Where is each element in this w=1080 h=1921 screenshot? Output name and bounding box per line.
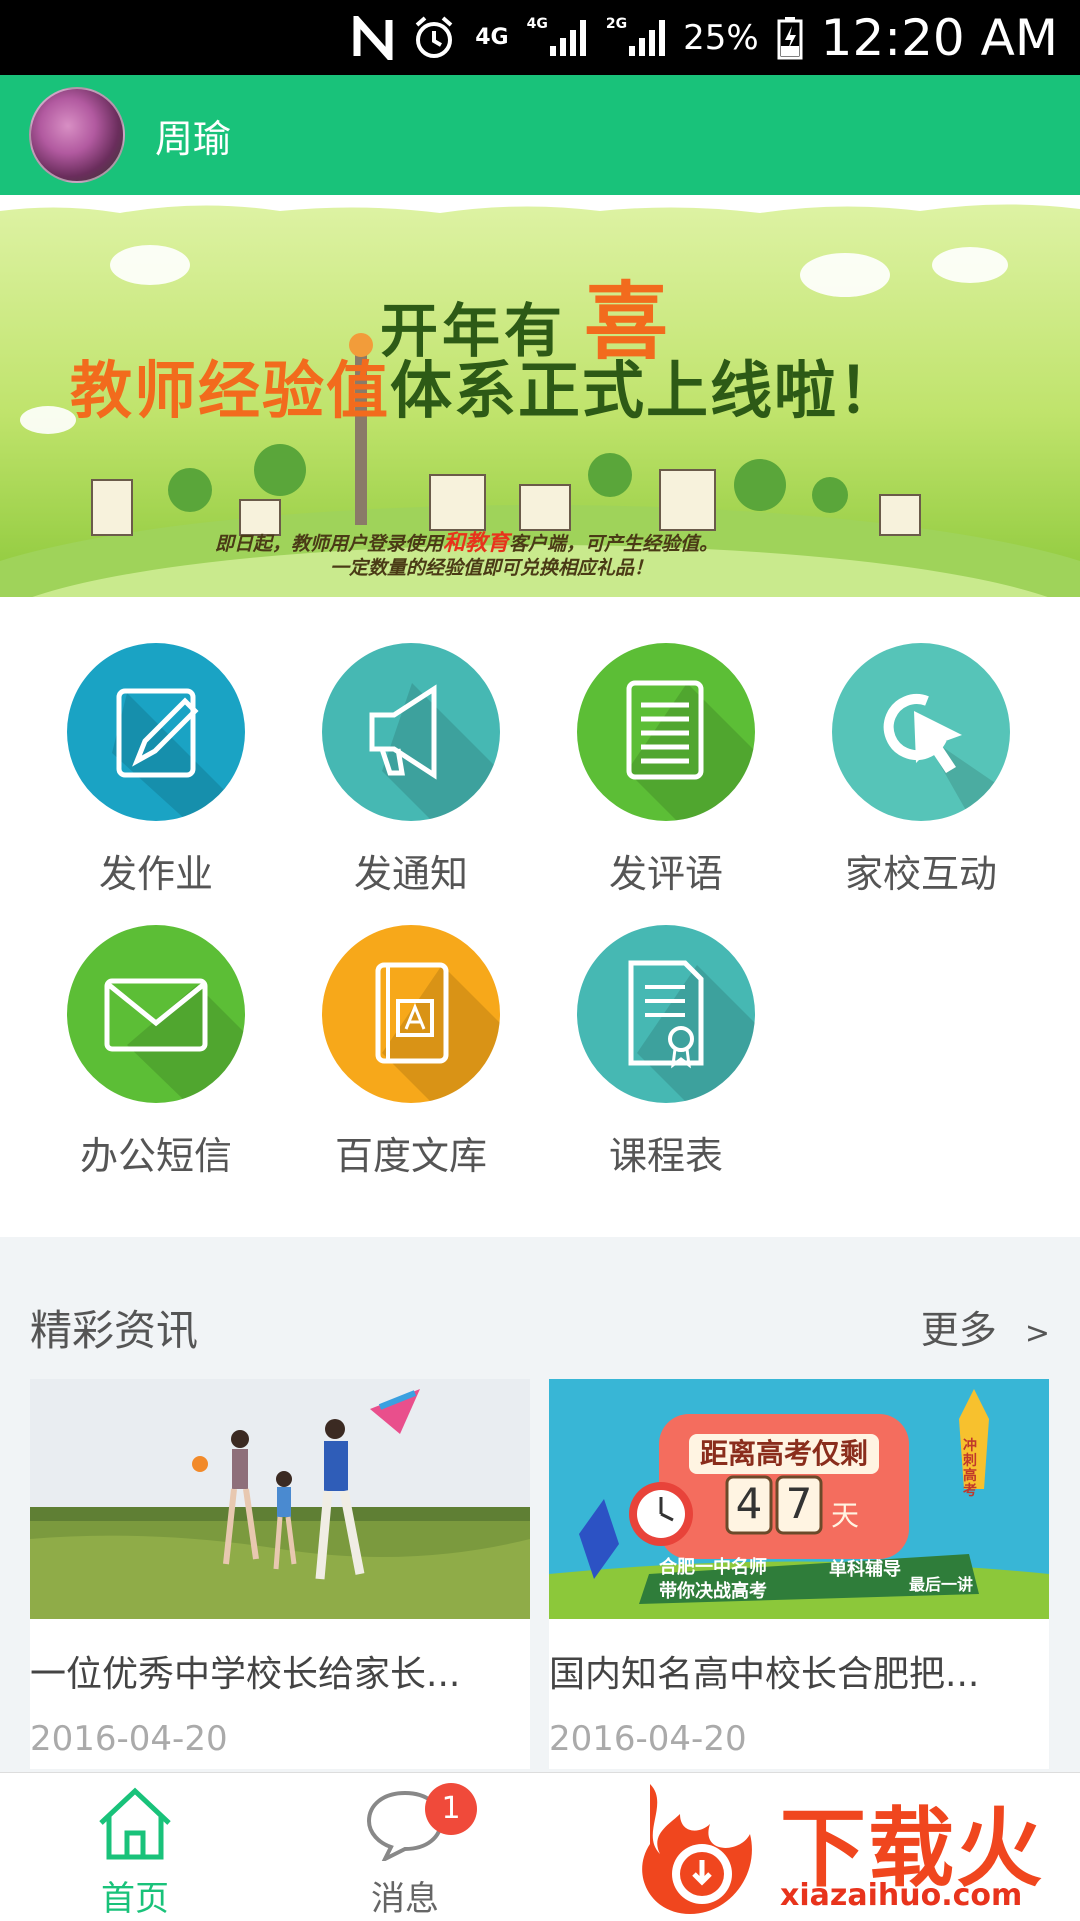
tab-label: 首页 (101, 1879, 169, 1919)
chevron-right-icon: > (1024, 1316, 1050, 1351)
news-image: 距离高考仅剩 4 7 天 合肥一中名师 带你决战高考 单科辅导 最后一讲 冲刺高… (549, 1379, 1049, 1619)
alarm-icon (411, 15, 457, 61)
countdown-heading: 距离高考仅剩 (699, 1437, 868, 1470)
promo-tag: 带你决战高考 (659, 1581, 767, 1602)
rocket-label: 冲刺高考 (963, 1438, 977, 1499)
username[interactable]: 周瑜 (155, 108, 231, 163)
status-bar: 4G 4G 2G 25% 12:20 AM (0, 0, 1080, 75)
banner-subheadline-text: 体系正式上线 (390, 354, 775, 427)
network-4g-small-label: 4G (526, 15, 548, 32)
tab-home[interactable]: 首页 (0, 1773, 270, 1921)
network-4g-label: 4G (475, 25, 509, 50)
battery-icon (777, 16, 803, 60)
news-image (30, 1379, 530, 1619)
feature-homework[interactable]: 发作业 (21, 597, 291, 896)
news-date: 2016-04-20 (549, 1719, 747, 1759)
feature-label: 课程表 (608, 1134, 723, 1178)
news-more-link[interactable]: 更多 > (921, 1299, 1050, 1354)
banner-caption-2: 一定数量的经验值即可兑换相应礼品！ (330, 557, 654, 579)
tab-label: 消息 (371, 1879, 439, 1919)
banner-subheadline-end: 啦！ (774, 354, 903, 427)
certificate-icon (577, 925, 755, 1103)
banner-caption-1b: 客户端，可产生经验值。 (509, 533, 719, 555)
news-title: 国内知名高中校长合肥把... (549, 1654, 980, 1695)
tab-messages[interactable]: 消息 1 (270, 1773, 540, 1921)
unread-badge: 1 (425, 1783, 477, 1835)
promo-tag: 单科辅导 (829, 1559, 901, 1580)
book-icon (322, 925, 500, 1103)
countdown-digit: 7 (785, 1479, 813, 1528)
news-section: 精彩资讯 更多 > 一位优秀中学校长给家长... 2016-04-20 距离高考… (0, 1237, 1080, 1772)
feature-sms[interactable]: 办公短信 (21, 879, 291, 1178)
news-more-label: 更多 (920, 1308, 997, 1352)
countdown-digit: 4 (735, 1479, 763, 1528)
feature-library[interactable]: 百度文库 (276, 879, 546, 1178)
battery-percent: 25% (683, 17, 759, 58)
mail-icon (67, 925, 245, 1103)
home-icon (99, 1787, 171, 1860)
banner-subheadline: 教师经验值体系正式上线啦！ (70, 340, 902, 430)
feature-schedule[interactable]: 课程表 (531, 879, 801, 1178)
clock: 12:20 AM (820, 8, 1058, 67)
promo-tag: 合肥一中名师 (659, 1557, 767, 1578)
signal-icon: 4G (526, 15, 588, 58)
signal-2g-icon: 2G (605, 15, 667, 58)
flame-logo-icon (642, 1784, 752, 1914)
feature-label: 百度文库 (334, 1134, 487, 1178)
feature-grid: 发作业 发通知 发评语 家校互动 办公短信 百度文库 课程表 (0, 597, 1080, 1237)
cursor-click-icon (832, 643, 1010, 821)
watermark: 下载火 xiazaihuo.com (630, 1774, 1070, 1920)
feature-comment[interactable]: 发评语 (531, 597, 801, 896)
news-card[interactable]: 距离高考仅剩 4 7 天 合肥一中名师 带你决战高考 单科辅导 最后一讲 冲刺高… (549, 1379, 1049, 1769)
news-card[interactable]: 一位优秀中学校长给家长... 2016-04-20 (30, 1379, 530, 1769)
banner-subheadline-highlight: 教师经验值 (70, 354, 391, 427)
network-2g-label: 2G (605, 15, 628, 32)
promo-banner[interactable]: 开年有喜 教师经验值体系正式上线啦！ 即日起，教师用户登录使用和教育客户端，可产… (0, 195, 1080, 597)
document-icon (577, 643, 755, 821)
banner-caption-1a: 即日起，教师用户登录使用 (215, 533, 444, 555)
feature-label: 家校互动 (844, 852, 997, 896)
feature-interaction[interactable]: 家校互动 (786, 597, 1056, 896)
app-header: 周瑜 (0, 75, 1080, 195)
megaphone-icon (322, 643, 500, 821)
avatar[interactable] (29, 87, 125, 183)
watermark-url: xiazaihuo.com (780, 1878, 1023, 1913)
news-section-title: 精彩资讯 (30, 1306, 199, 1355)
nfc-icon (353, 15, 393, 60)
news-title: 一位优秀中学校长给家长... (30, 1654, 461, 1695)
feature-notice[interactable]: 发通知 (276, 597, 546, 896)
edit-icon (67, 643, 245, 821)
news-date: 2016-04-20 (30, 1719, 228, 1759)
promo-tag: 最后一讲 (909, 1575, 974, 1594)
countdown-unit: 天 (831, 1499, 860, 1532)
feature-label: 办公短信 (79, 1134, 232, 1178)
